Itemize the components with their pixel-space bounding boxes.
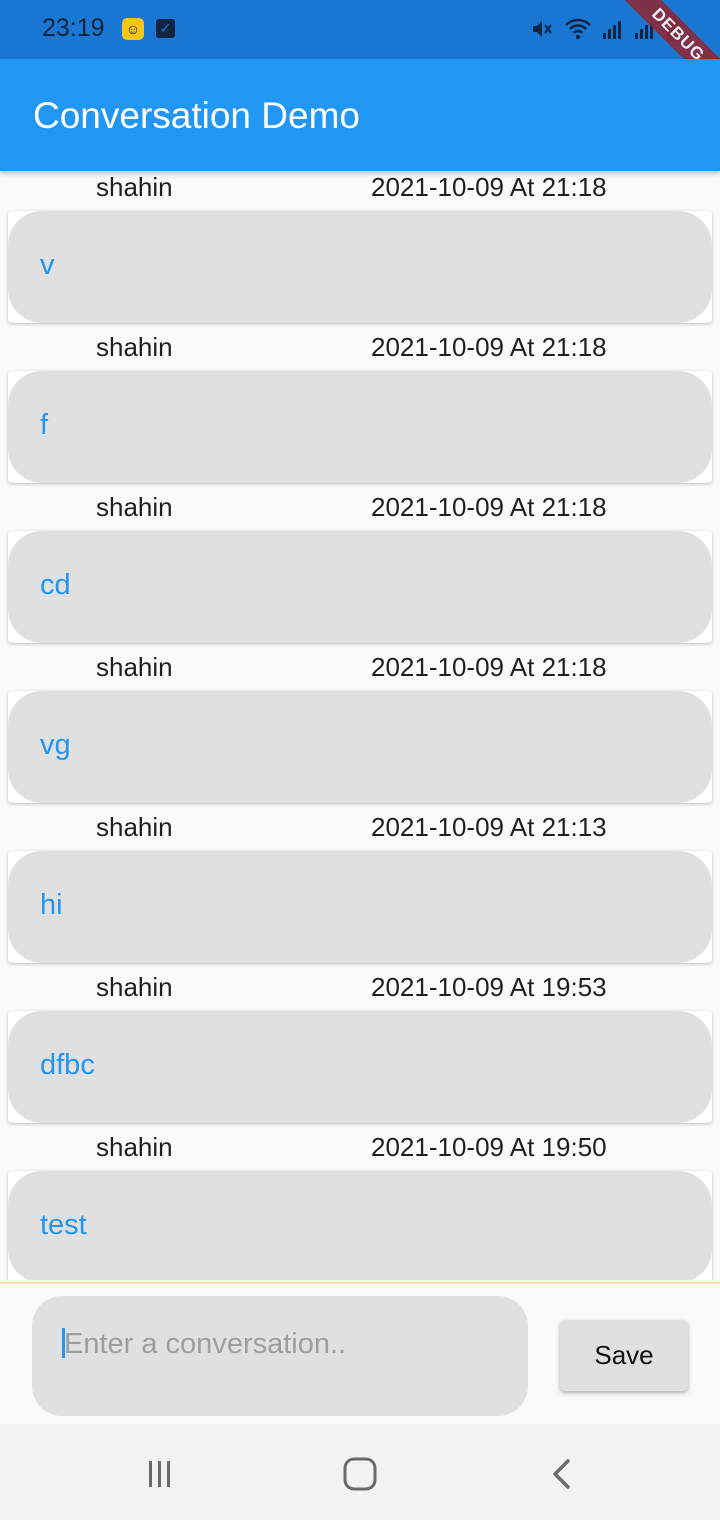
save-button[interactable]: Save xyxy=(560,1320,688,1391)
conversation-text: hi xyxy=(40,889,63,921)
conversation-card: f xyxy=(8,371,712,483)
page-title: Conversation Demo xyxy=(33,95,360,136)
composer: Enter a conversation.. Save xyxy=(0,1284,720,1424)
conversation-user: shahin xyxy=(96,332,173,362)
conversation-timestamp: 2021-10-09 At 19:50 xyxy=(371,1132,607,1162)
conversation-card: cd xyxy=(8,531,712,643)
conversation-user: shahin xyxy=(96,172,173,202)
conversation-text: vg xyxy=(40,729,71,761)
list-item: shahin 2021-10-09 At 21:13 hi xyxy=(0,811,720,971)
conversation-card: vg xyxy=(8,691,712,803)
conversation-bubble: cd xyxy=(8,531,712,643)
conversation-user: shahin xyxy=(96,492,173,522)
home-icon[interactable] xyxy=(340,1454,380,1494)
battery-icon xyxy=(667,16,679,41)
status-bar: 23:19 ☺ ✓ xyxy=(0,0,720,59)
conversation-text: test xyxy=(40,1209,87,1241)
checkbox-notification-icon: ✓ xyxy=(156,19,175,38)
list-item: shahin 2021-10-09 At 19:53 dfbc xyxy=(0,971,720,1131)
conversation-input-placeholder: Enter a conversation.. xyxy=(64,1328,347,1360)
list-item: shahin 2021-10-09 At 21:18 vg xyxy=(0,651,720,811)
conversation-user: shahin xyxy=(96,812,173,842)
conversation-timestamp: 2021-10-09 At 19:53 xyxy=(371,972,607,1002)
signal-icon-2 xyxy=(635,21,653,39)
conversation-card: test xyxy=(8,1171,712,1280)
conversation-bubble: vg xyxy=(8,691,712,803)
conversation-bubble: dfbc xyxy=(8,1011,712,1123)
conversation-bubble: v xyxy=(8,211,712,323)
conversation-card: dfbc xyxy=(8,1011,712,1123)
conversation-user: shahin xyxy=(96,972,173,1002)
conversation-text: dfbc xyxy=(40,1049,95,1081)
conversation-user: shahin xyxy=(96,652,173,682)
conversation-timestamp: 2021-10-09 At 21:18 xyxy=(371,492,607,522)
conversation-card: hi xyxy=(8,851,712,963)
conversation-timestamp: 2021-10-09 At 21:18 xyxy=(371,652,607,682)
conversation-bubble: f xyxy=(8,371,712,483)
conversation-timestamp: 2021-10-09 At 21:18 xyxy=(371,332,607,362)
status-time: 23:19 xyxy=(42,14,105,42)
back-icon[interactable] xyxy=(542,1454,582,1494)
conversation-bubble: test xyxy=(8,1171,712,1280)
conversation-timestamp: 2021-10-09 At 21:13 xyxy=(371,812,607,842)
wifi-icon xyxy=(565,18,591,39)
conversation-text: cd xyxy=(40,569,71,601)
status-icons xyxy=(530,16,680,42)
conversation-text: v xyxy=(40,249,55,281)
conversation-card: v xyxy=(8,211,712,323)
mute-icon xyxy=(533,21,552,37)
recent-apps-icon[interactable] xyxy=(139,1454,179,1494)
app-bar: Conversation Demo xyxy=(0,59,720,171)
list-item: shahin 2021-10-09 At 19:50 test xyxy=(0,1131,720,1280)
system-nav-bar xyxy=(0,1424,720,1520)
conversation-timestamp: 2021-10-09 At 21:18 xyxy=(371,172,607,202)
signal-icon xyxy=(603,21,621,39)
conversation-text: f xyxy=(40,409,49,441)
list-item: shahin 2021-10-09 At 21:18 cd xyxy=(0,491,720,651)
conversation-user: shahin xyxy=(96,1132,173,1162)
conversation-list[interactable]: shahin 2021-10-09 At 21:18 v shahin 2021… xyxy=(0,171,720,1280)
list-item: shahin 2021-10-09 At 21:18 v xyxy=(0,171,720,331)
list-item: shahin 2021-10-09 At 21:18 f xyxy=(0,331,720,491)
conversation-bubble: hi xyxy=(8,851,712,963)
app-notification-icon: ☺ xyxy=(122,18,144,40)
